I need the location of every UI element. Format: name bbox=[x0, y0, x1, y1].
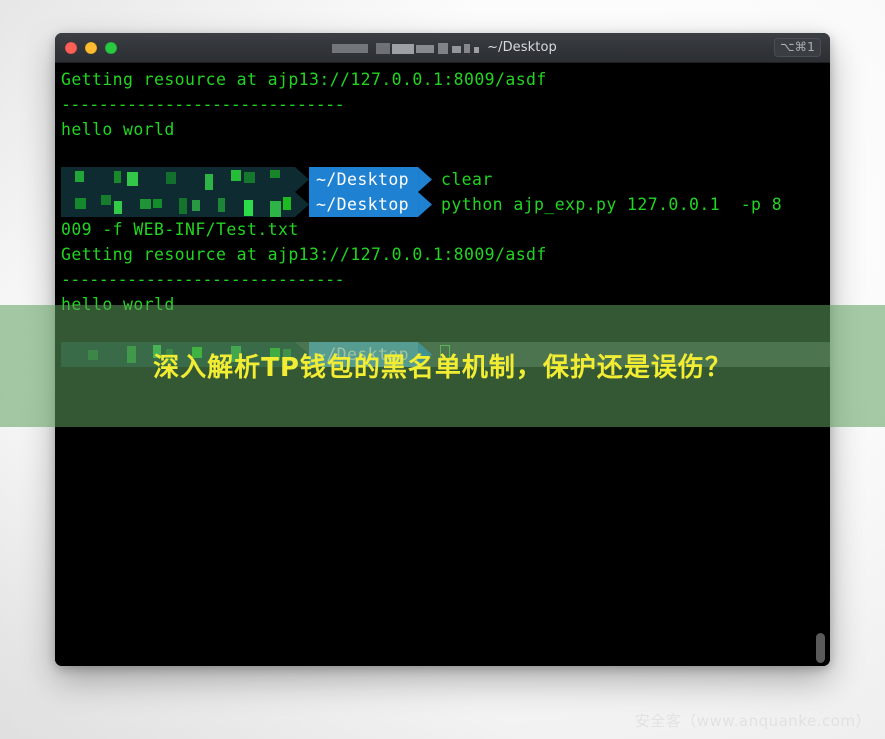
prompt-command: clear bbox=[432, 167, 493, 192]
active-prompt-row[interactable]: ~/Desktop bbox=[55, 342, 830, 367]
terminal-line: 009 -f WEB-INF/Test.txt bbox=[55, 217, 830, 242]
scrollbar-thumb[interactable] bbox=[816, 633, 825, 663]
terminal-line: ------------------------------ bbox=[55, 267, 830, 292]
site-watermark: 安全客（www.anquanke.com） bbox=[635, 710, 871, 731]
terminal-title-bar[interactable]: ~/Desktop ⌥⌘1 bbox=[55, 33, 830, 63]
terminal-line: Getting resource at ajp13://127.0.0.1:80… bbox=[55, 242, 830, 267]
redacted-user-host-segment bbox=[61, 192, 295, 217]
redacted-title-blur bbox=[328, 41, 480, 54]
zoom-button-icon[interactable] bbox=[105, 42, 117, 54]
terminal-line: hello world bbox=[55, 117, 830, 142]
window-title: ~/Desktop bbox=[55, 40, 830, 55]
prompt-path-segment: ~/Desktop bbox=[309, 192, 418, 217]
terminal-body[interactable]: Getting resource at ajp13://127.0.0.1:80… bbox=[55, 63, 830, 666]
terminal-line: ------------------------------ bbox=[55, 92, 830, 117]
prompt-row: ~/Desktop clear bbox=[55, 167, 830, 192]
window-title-path: ~/Desktop bbox=[487, 40, 557, 55]
redacted-user-host-segment bbox=[61, 167, 295, 192]
terminal-line: Getting resource at ajp13://127.0.0.1:80… bbox=[55, 67, 830, 92]
prompt-path-segment: ~/Desktop bbox=[309, 167, 418, 192]
terminal-window: ~/Desktop ⌥⌘1 Getting resource at ajp13:… bbox=[55, 33, 830, 666]
window-controls bbox=[55, 42, 117, 54]
terminal-scrollbar[interactable] bbox=[815, 91, 826, 666]
keyboard-shortcut-badge: ⌥⌘1 bbox=[774, 38, 821, 57]
chevron-right-icon bbox=[418, 167, 432, 192]
redacted-user-host-segment bbox=[61, 342, 295, 367]
terminal-line bbox=[55, 142, 830, 167]
chevron-right-icon bbox=[295, 342, 309, 367]
terminal-line bbox=[55, 317, 830, 342]
prompt-row: ~/Desktop python ajp_exp.py 127.0.0.1 -p… bbox=[55, 192, 830, 217]
chevron-right-icon bbox=[418, 342, 432, 367]
chevron-right-icon bbox=[295, 192, 309, 217]
minimize-button-icon[interactable] bbox=[85, 42, 97, 54]
terminal-line: hello world bbox=[55, 292, 830, 317]
chevron-right-icon bbox=[418, 192, 432, 217]
prompt-command: python ajp_exp.py 127.0.0.1 -p 8 bbox=[432, 192, 782, 217]
close-button-icon[interactable] bbox=[65, 42, 77, 54]
chevron-right-icon bbox=[295, 167, 309, 192]
